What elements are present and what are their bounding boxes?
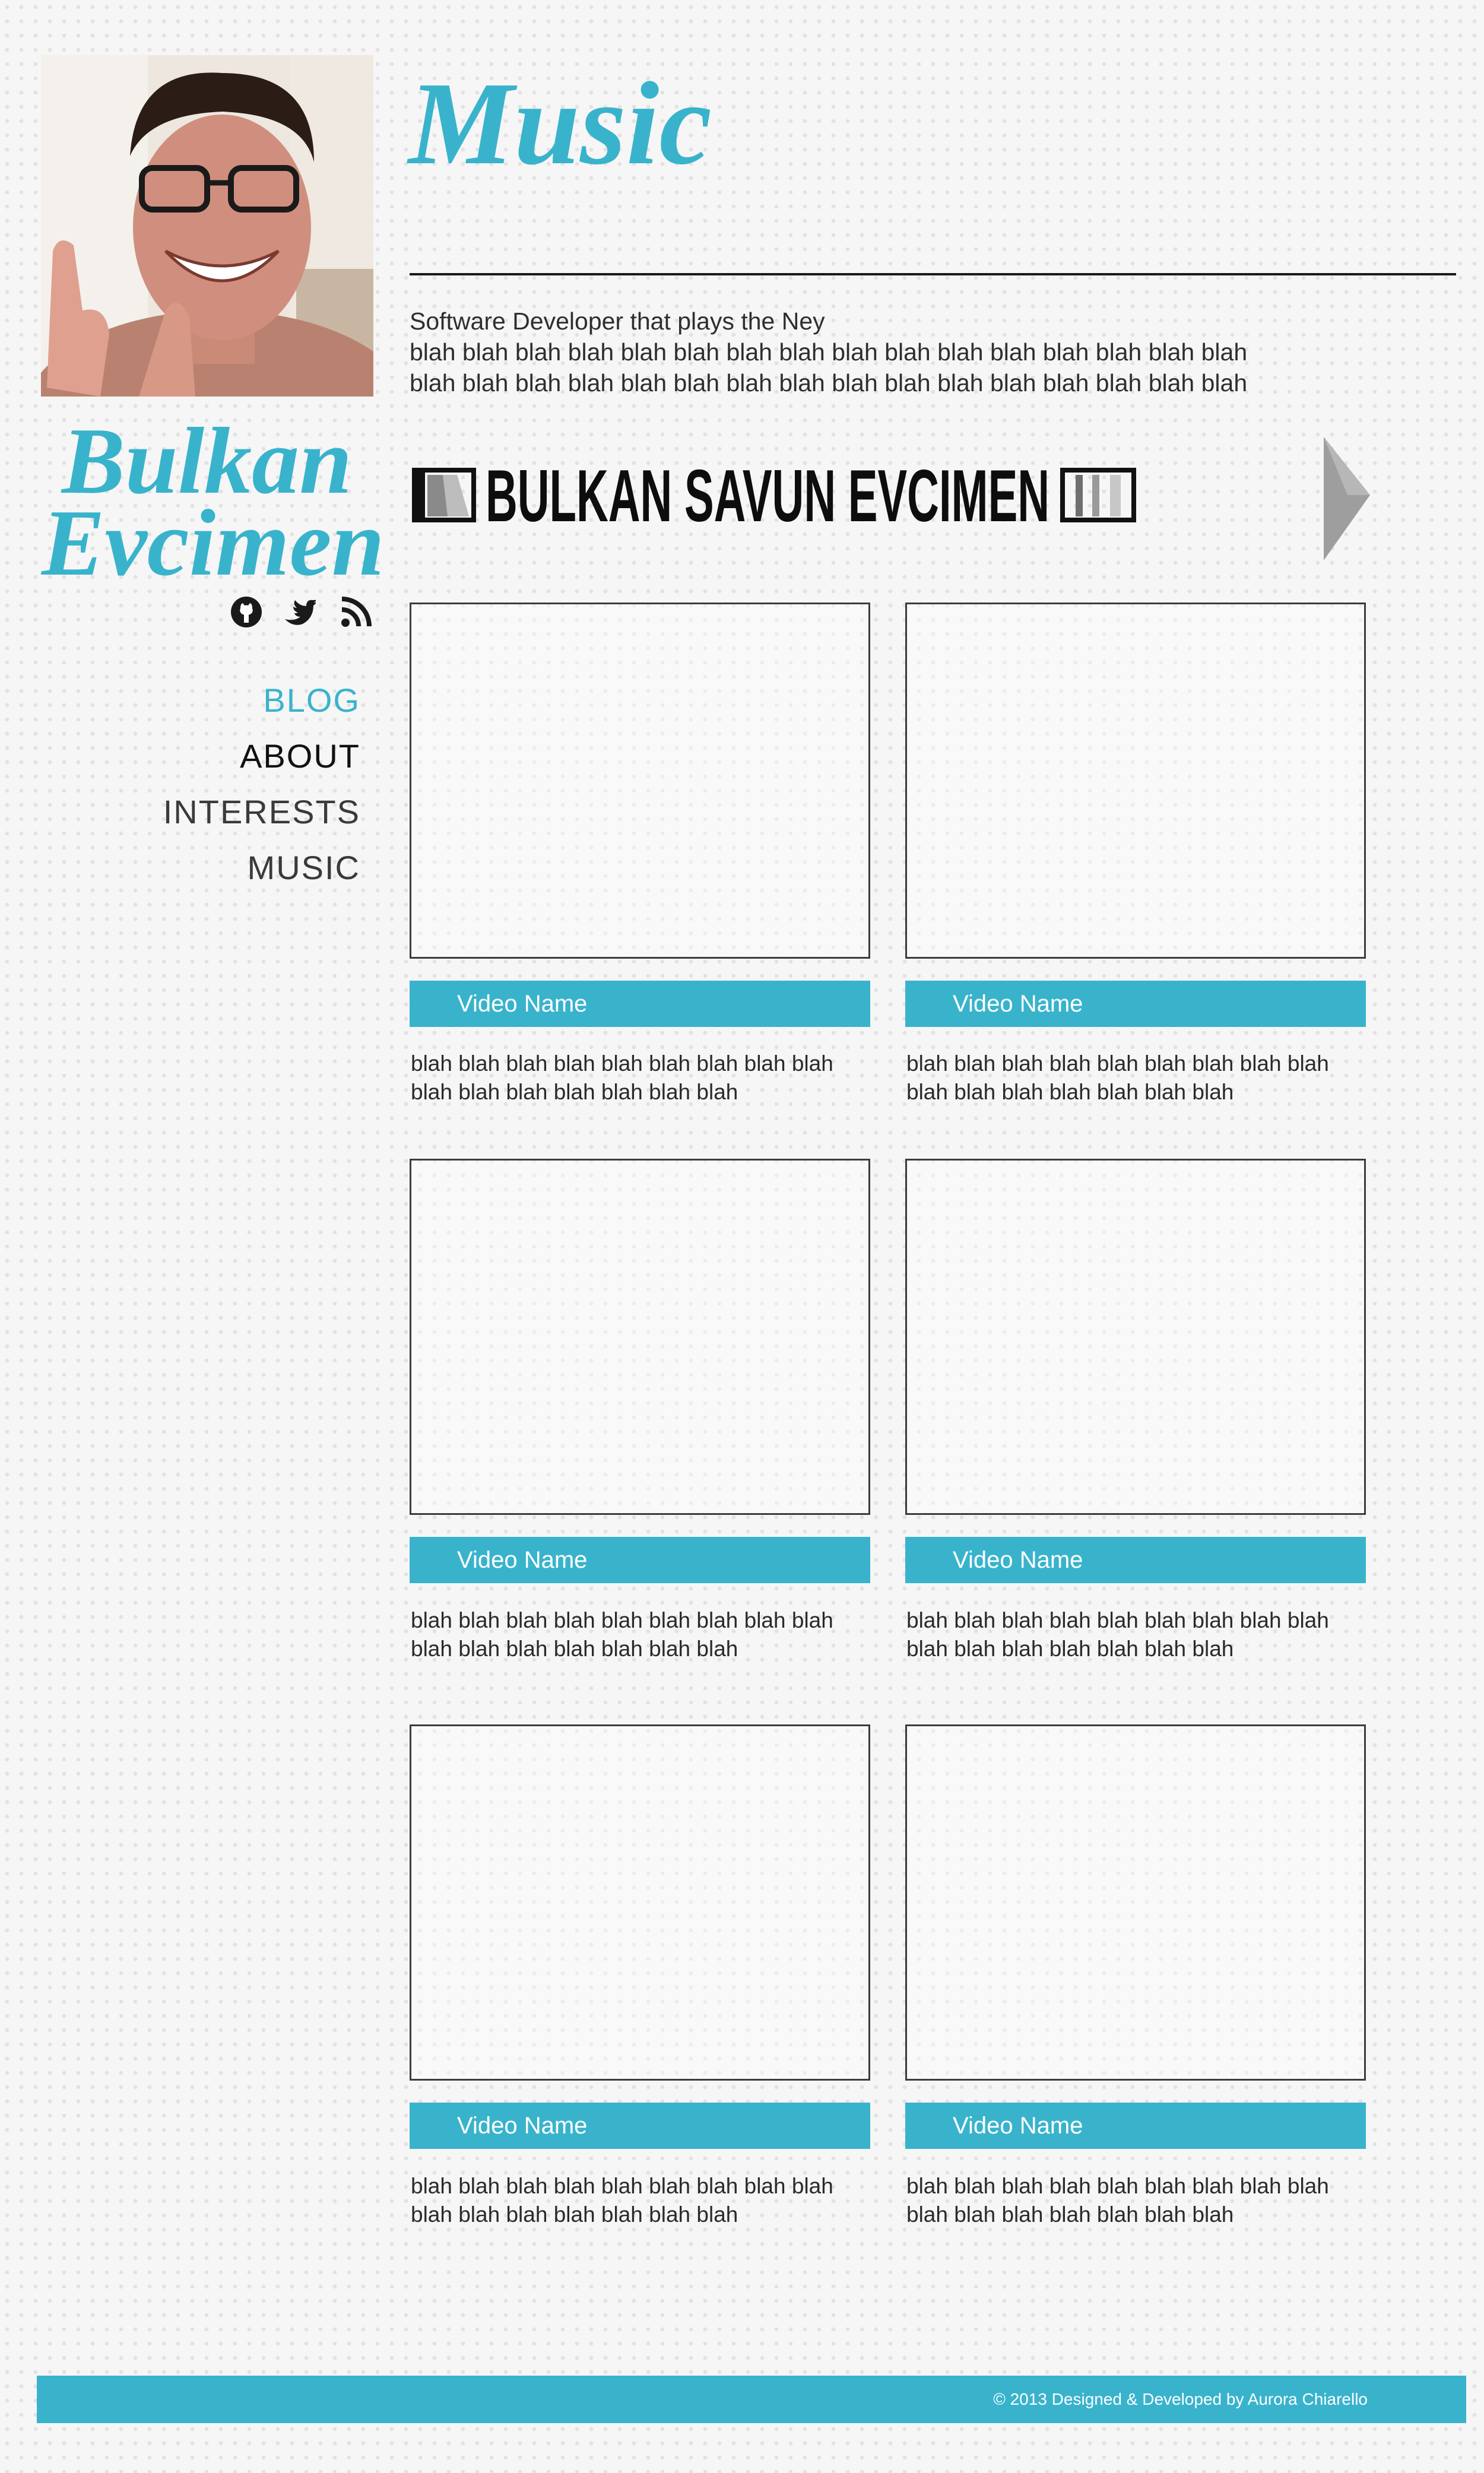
video-player-2[interactable]: [905, 603, 1366, 959]
nav-blog[interactable]: BLOG: [99, 681, 360, 719]
video-player-5[interactable]: [410, 1724, 870, 2081]
page-title: Music: [407, 47, 883, 190]
video-player-3[interactable]: [410, 1159, 870, 1515]
page-title-text: Music: [407, 58, 712, 189]
logo-line2: Evcimen: [40, 490, 385, 595]
video-desc-3-line1: blah blah blah blah blah blah blah blah …: [411, 1608, 833, 1632]
name-banner: BULKAN SAVUN EVCIMEN: [410, 433, 1371, 564]
intro-tagline: Software Developer that plays the Ney: [410, 307, 825, 335]
nav-interests[interactable]: INTERESTS: [99, 793, 360, 831]
video-title-2[interactable]: Video Name: [905, 981, 1366, 1027]
banner-right-ornament: [1060, 468, 1136, 522]
video-desc-1-line1: blah blah blah blah blah blah blah blah …: [411, 1051, 833, 1076]
banner-left-ornament: [412, 468, 476, 522]
profile-photo: [41, 55, 373, 397]
footer: © 2013 Designed & Developed by Aurora Ch…: [37, 2376, 1466, 2423]
nav-music[interactable]: MUSIC: [99, 849, 360, 887]
video-desc-2-line2: blah blah blah blah blah blah blah: [906, 1080, 1234, 1104]
video-desc-5-line1: blah blah blah blah blah blah blah blah …: [411, 2174, 833, 2198]
video-player-6[interactable]: [905, 1724, 1366, 2081]
video-desc-4-line2: blah blah blah blah blah blah blah: [906, 1637, 1234, 1661]
github-icon[interactable]: [230, 595, 263, 629]
footer-credits: © 2013 Designed & Developed by Aurora Ch…: [993, 2390, 1368, 2408]
video-desc-4-line1: blah blah blah blah blah blah blah blah …: [906, 1608, 1329, 1632]
video-title-1[interactable]: Video Name: [410, 981, 870, 1027]
video-player-4[interactable]: [905, 1159, 1366, 1515]
video-title-4[interactable]: Video Name: [905, 1537, 1366, 1583]
video-title-6[interactable]: Video Name: [905, 2103, 1366, 2149]
banner-text: BULKAN SAVUN EVCIMEN: [486, 455, 1049, 537]
site-logo[interactable]: Bulkan Evcimen: [40, 408, 386, 595]
video-player-1[interactable]: [410, 603, 870, 959]
twitter-icon[interactable]: [283, 595, 316, 629]
video-title-5[interactable]: Video Name: [410, 2103, 870, 2149]
header-divider: [410, 273, 1456, 275]
video-desc-2-line1: blah blah blah blah blah blah blah blah …: [906, 1051, 1329, 1076]
nav-about[interactable]: ABOUT: [99, 737, 360, 775]
video-desc-1-line2: blah blah blah blah blah blah blah: [411, 1080, 738, 1104]
intro-text-line1: blah blah blah blah blah blah blah blah …: [410, 338, 1248, 366]
video-desc-6-line2: blah blah blah blah blah blah blah: [906, 2202, 1234, 2227]
rss-icon[interactable]: [340, 595, 373, 629]
video-desc-5-line2: blah blah blah blah blah blah blah: [411, 2202, 738, 2227]
video-desc-3-line2: blah blah blah blah blah blah blah: [411, 1637, 738, 1661]
video-title-3[interactable]: Video Name: [410, 1537, 870, 1583]
video-desc-6-line1: blah blah blah blah blah blah blah blah …: [906, 2174, 1329, 2198]
banner-arrow-icon: [1324, 437, 1370, 560]
intro-text-line2: blah blah blah blah blah blah blah blah …: [410, 369, 1248, 397]
